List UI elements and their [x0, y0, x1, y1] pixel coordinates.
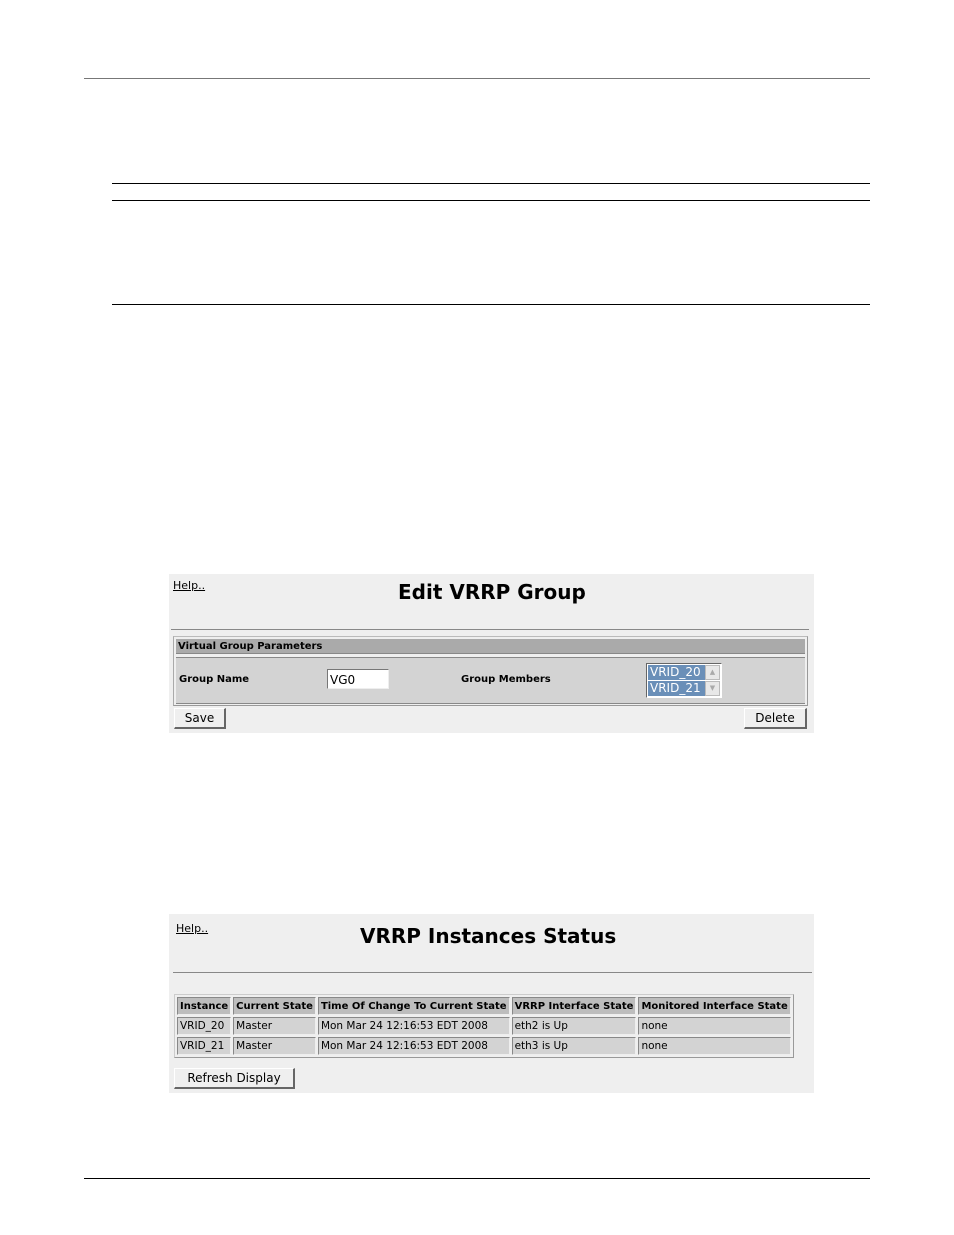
table-row: VRID_21 Master Mon Mar 24 12:16:53 EDT 2… [177, 1037, 791, 1055]
column-header: Monitored Interface State [638, 997, 791, 1015]
edit-vrrp-group-panel: Help.. Edit VRRP Group Virtual Group Par… [169, 574, 814, 733]
group-member-option[interactable]: VRID_21 [648, 681, 705, 696]
current-state-cell: Master [233, 1037, 316, 1055]
note-rule-bottom [112, 304, 870, 305]
time-of-change-cell: Mon Mar 24 12:16:53 EDT 2008 [317, 1037, 510, 1055]
column-header: Current State [233, 997, 316, 1015]
page-title: VRRP Instances Status [360, 924, 617, 948]
group-members-label: Group Members [461, 674, 551, 685]
column-header: VRRP Interface State [511, 997, 637, 1015]
monitored-interface-state-cell: none [638, 1037, 791, 1055]
column-header: Time Of Change To Current State [317, 997, 510, 1015]
vrrp-instances-status-panel: Help.. VRRP Instances Status Instance Cu… [169, 914, 814, 1093]
save-button[interactable]: Save [174, 708, 226, 729]
current-state-cell: Master [233, 1017, 316, 1035]
group-member-option[interactable]: VRID_20 [648, 665, 705, 680]
params-row: Group Name VG0 Group Members VRID_20 VRI… [176, 657, 805, 704]
help-link[interactable]: Help.. [176, 922, 208, 935]
table-row: VRID_20 Master Mon Mar 24 12:16:53 EDT 2… [177, 1017, 791, 1035]
time-of-change-cell: Mon Mar 24 12:16:53 EDT 2008 [317, 1017, 510, 1035]
vrrp-interface-state-cell: eth2 is Up [511, 1017, 637, 1035]
help-link[interactable]: Help.. [173, 579, 205, 592]
status-table: Instance Current State Time Of Change To… [174, 994, 794, 1058]
table-header-row: Instance Current State Time Of Change To… [177, 997, 791, 1015]
note-rule-top [112, 183, 870, 184]
footer-rule [84, 1178, 870, 1179]
page-title: Edit VRRP Group [398, 580, 586, 604]
refresh-display-button[interactable]: Refresh Display [174, 1068, 295, 1089]
section-header: Virtual Group Parameters [176, 639, 805, 654]
instance-cell: VRID_21 [177, 1037, 232, 1055]
group-name-label: Group Name [179, 674, 250, 685]
vrrp-interface-state-cell: eth3 is Up [511, 1037, 637, 1055]
title-separator [173, 972, 812, 973]
column-header: Instance [177, 997, 232, 1015]
virtual-group-parameters: Virtual Group Parameters Group Name VG0 … [173, 636, 808, 706]
monitored-interface-state-cell: none [638, 1017, 791, 1035]
title-separator [171, 629, 809, 630]
note-rule-mid [112, 200, 870, 201]
delete-button[interactable]: Delete [744, 708, 807, 729]
instance-cell: VRID_20 [177, 1017, 232, 1035]
scroll-up-icon[interactable]: ▲ [705, 665, 720, 680]
header-rule [84, 78, 870, 79]
group-members-listbox[interactable]: VRID_20 VRID_21 ▲ ▼ [646, 663, 722, 698]
scroll-down-icon[interactable]: ▼ [705, 681, 720, 696]
group-name-input[interactable]: VG0 [327, 669, 389, 689]
